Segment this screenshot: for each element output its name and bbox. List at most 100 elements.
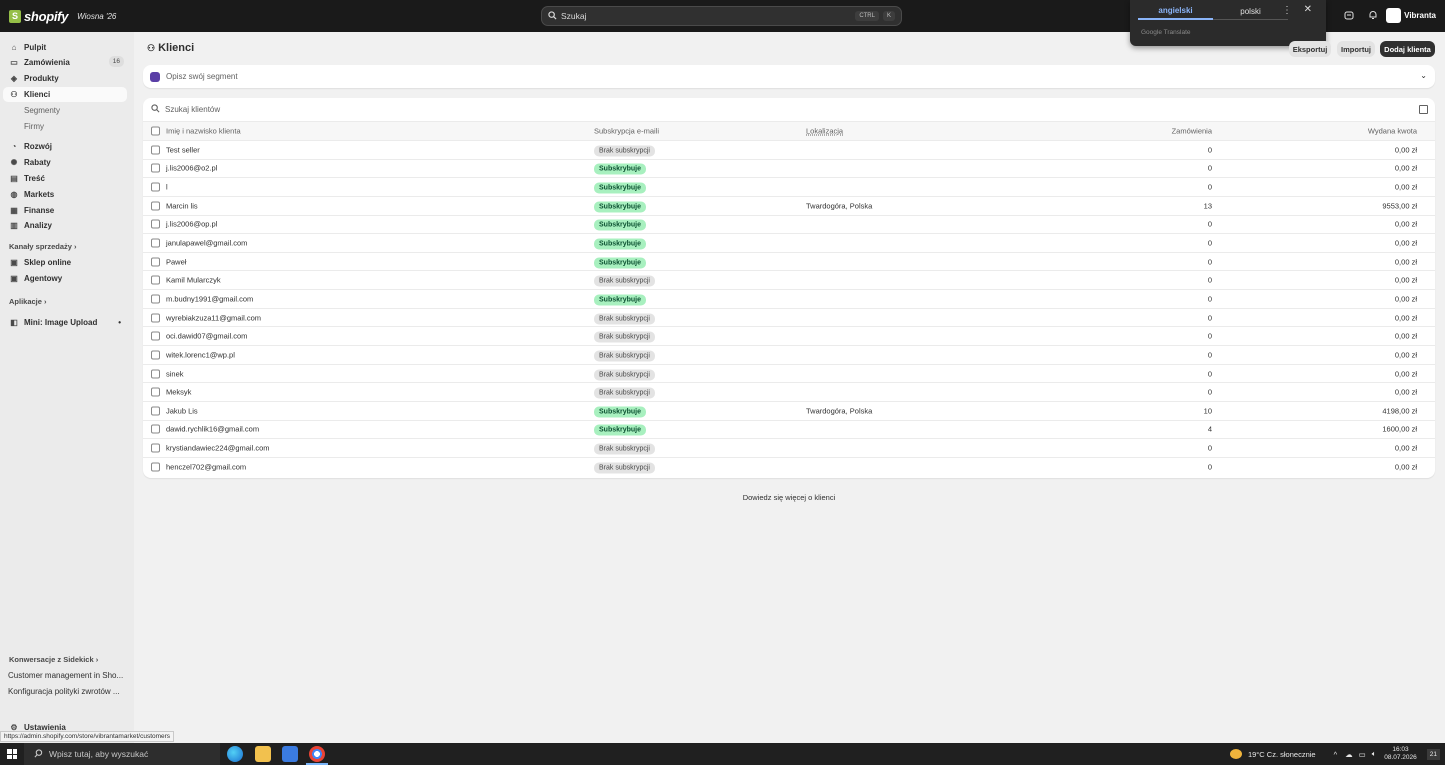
header-name[interactable]: Imię i nazwisko klienta: [166, 127, 241, 136]
sidebar-item-discounts[interactable]: ✺ Rabaty: [3, 155, 127, 170]
row-checkbox[interactable]: [151, 145, 160, 155]
row-checkbox[interactable]: [151, 369, 160, 378]
row-checkbox[interactable]: [151, 387, 160, 397]
table-row[interactable]: Kamil Mularczyk Brak subskrypcji 0 0,00 zł: [143, 271, 1435, 291]
table-row[interactable]: henczel702@gmail.com Brak subskrypcji 0 0,0…: [143, 458, 1435, 477]
sidekick-icon[interactable]: [1343, 10, 1355, 22]
row-checkbox[interactable]: [151, 219, 160, 229]
customer-name[interactable]: Paweł: [166, 257, 186, 266]
file-explorer-icon[interactable]: [255, 746, 271, 762]
row-checkbox[interactable]: [151, 424, 160, 434]
customer-name[interactable]: sinek: [166, 369, 184, 378]
customer-name[interactable]: Marcin lis: [166, 201, 198, 210]
customer-name[interactable]: wyrebiakzuza11@gmail.com: [166, 313, 261, 322]
table-row[interactable]: Paweł Subskrybuje 0 0,00 zł: [143, 253, 1435, 272]
header-spent[interactable]: Wydana kwota: [1368, 127, 1417, 136]
network-icon[interactable]: ▭: [1359, 750, 1366, 759]
store-menu[interactable]: Vibranta: [1386, 8, 1436, 23]
row-checkbox[interactable]: [151, 257, 160, 267]
customer-name[interactable]: janulapawel@gmail.com: [166, 239, 247, 248]
customer-search-input[interactable]: Szukaj klientów: [143, 98, 1435, 122]
taskbar-search-input[interactable]: Wpisz tutaj, aby wyszukać: [24, 743, 220, 765]
customer-name[interactable]: Jakub Lis: [166, 406, 198, 415]
table-row[interactable]: wyrebiakzuza11@gmail.com Brak subskrypcji…: [143, 309, 1435, 328]
shopify-logo[interactable]: shopify Wiosna '26: [9, 9, 116, 24]
customer-name[interactable]: Kamil Mularczyk: [166, 276, 221, 285]
table-row[interactable]: krystiandawiec224@gmail.com Brak subskryp…: [143, 439, 1435, 458]
row-checkbox[interactable]: [151, 350, 160, 360]
global-search-input[interactable]: Szukaj CTRL K: [541, 6, 902, 26]
table-row[interactable]: Test seller Brak subskrypcji 0 0,00 zł: [143, 141, 1435, 160]
table-row[interactable]: Marcin lis Subskrybuje Twardogóra, Polska 1…: [143, 197, 1435, 216]
select-all-checkbox[interactable]: [151, 126, 160, 136]
row-checkbox[interactable]: [151, 443, 160, 453]
conversation-item[interactable]: Konfiguracja polityki zwrotów ...: [8, 687, 126, 696]
customer-name[interactable]: j.lis2006@op.pl: [166, 220, 217, 229]
clock[interactable]: 16:03 08.07.2026: [1384, 746, 1417, 762]
row-checkbox[interactable]: [151, 313, 160, 323]
chevron-down-icon[interactable]: ⌄: [1420, 71, 1427, 80]
chevron-up-icon[interactable]: ^: [1334, 750, 1338, 759]
close-icon[interactable]: ✕: [1304, 4, 1312, 15]
edge-browser-icon[interactable]: [227, 746, 243, 762]
customer-name[interactable]: dawid.rychlik16@gmail.com: [166, 425, 259, 434]
add-customer-button[interactable]: Dodaj klienta: [1380, 41, 1435, 57]
cloud-icon[interactable]: ☁: [1345, 750, 1353, 759]
row-checkbox[interactable]: [151, 182, 160, 192]
sidebar-item-companies[interactable]: Firmy: [3, 119, 127, 134]
row-checkbox[interactable]: [151, 201, 160, 211]
export-button[interactable]: Eksportuj: [1289, 41, 1331, 57]
header-subscription[interactable]: Subskrypcja e-maili: [594, 127, 659, 136]
table-row[interactable]: witek.lorenc1@wp.pl Brak subskrypcji 0 0,00…: [143, 346, 1435, 365]
header-location[interactable]: Lokalizacja: [806, 127, 843, 136]
header-orders[interactable]: Zamówienia: [1172, 127, 1212, 136]
store-app-icon[interactable]: [282, 746, 298, 762]
windows-start-icon[interactable]: [7, 749, 17, 759]
edition-label[interactable]: Wiosna '26: [77, 12, 116, 21]
customer-name[interactable]: witek.lorenc1@wp.pl: [166, 350, 235, 359]
weather-text[interactable]: 19°C Cz. słonecznie: [1248, 750, 1316, 759]
table-row[interactable]: dawid.rychlik16@gmail.com Subskrybuje 4 160…: [143, 421, 1435, 440]
sidebar-item-products[interactable]: ◈ Produkty: [3, 71, 127, 86]
sidebar-item-markets[interactable]: ◍ Markets: [3, 187, 127, 202]
weather-sun-icon[interactable]: [1229, 749, 1242, 759]
table-row[interactable]: sinek Brak subskrypcji 0 0,00 zł: [143, 365, 1435, 384]
sidebar-item-analytics[interactable]: ▥ Analizy: [3, 218, 127, 233]
segment-input[interactable]: Opisz swój segment ⌄: [143, 65, 1435, 88]
table-row[interactable]: j.lis2006@op.pl Subskrybuje 0 0,00 zł: [143, 216, 1435, 235]
customer-name[interactable]: Meksyk: [166, 388, 191, 397]
row-checkbox[interactable]: [151, 238, 160, 248]
table-row[interactable]: Meksyk Brak subskrypcji 0 0,00 zł: [143, 383, 1435, 402]
sidebar-item-segments[interactable]: Segmenty: [3, 103, 127, 118]
table-row[interactable]: m.budny1991@gmail.com Subskrybuje 0 0,00 zł: [143, 290, 1435, 309]
columns-icon[interactable]: [1419, 105, 1428, 114]
row-checkbox[interactable]: [151, 331, 160, 341]
sidebar-item-growth[interactable]: ◔ Rozwój: [3, 139, 127, 154]
table-row[interactable]: Jakub Lis Subskrybuje Twardogóra, Polska 10…: [143, 402, 1435, 421]
row-checkbox[interactable]: [151, 163, 160, 173]
row-checkbox[interactable]: [151, 462, 160, 472]
customer-name[interactable]: l: [166, 183, 168, 192]
row-checkbox[interactable]: [151, 275, 160, 285]
notifications-badge[interactable]: 21: [1426, 748, 1440, 760]
sidekick-header[interactable]: Konwersacje z Sidekick ›: [9, 655, 98, 664]
more-vertical-icon[interactable]: ⋮: [1282, 5, 1292, 16]
table-row[interactable]: oci.dawid07@gmail.com Brak subskrypcji 0 0,…: [143, 327, 1435, 347]
sidebar-item-content[interactable]: ▤ Treść: [3, 171, 127, 186]
volume-icon[interactable]: 🔈︎: [1372, 749, 1377, 759]
sales-channels-header[interactable]: Kanały sprzedaży ›: [9, 242, 77, 251]
sidebar-item-finance[interactable]: ▦ Finanse: [3, 203, 127, 218]
chrome-browser-icon[interactable]: [309, 746, 325, 762]
table-row[interactable]: janulapawel@gmail.com Subskrybuje 0 0,00 zł: [143, 234, 1435, 253]
customer-name[interactable]: m.budny1991@gmail.com: [166, 294, 253, 303]
sidebar-item-agentic[interactable]: ▣ Agentowy: [3, 271, 127, 286]
customer-name[interactable]: henczel702@gmail.com: [166, 463, 246, 472]
customer-name[interactable]: krystiandawiec224@gmail.com: [166, 444, 270, 453]
conversation-item[interactable]: Customer management in Sho...: [8, 671, 126, 680]
sidebar-item-orders[interactable]: ▭ Zamówienia 16: [3, 55, 127, 70]
table-row[interactable]: l Subskrybuje 0 0,00 zł: [143, 178, 1435, 197]
row-checkbox[interactable]: [151, 406, 160, 416]
translate-tab-polish[interactable]: polski: [1213, 7, 1288, 20]
customer-name[interactable]: Test seller: [166, 145, 200, 154]
import-button[interactable]: Importuj: [1337, 41, 1375, 57]
